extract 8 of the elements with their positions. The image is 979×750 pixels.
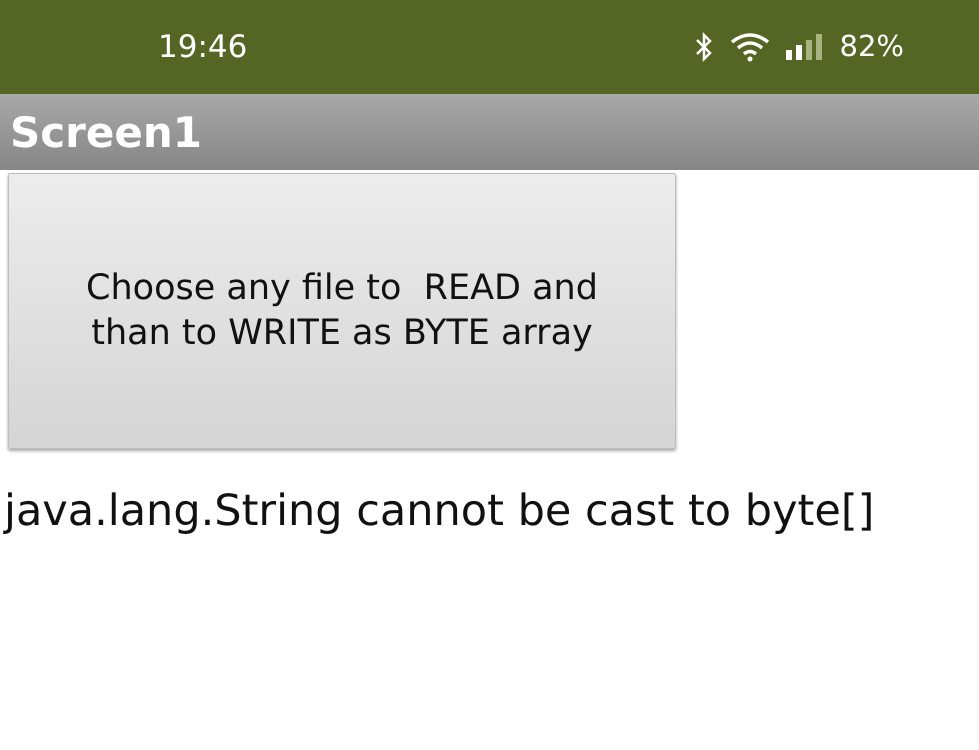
screen-title: Screen1 — [10, 106, 202, 158]
error-label: java.lang.String cannot be cast to byte[] — [4, 485, 876, 538]
battery-percent: 82% — [840, 28, 904, 66]
wifi-icon — [730, 32, 770, 62]
bluetooth-icon — [694, 32, 714, 62]
signal-icon — [786, 34, 824, 60]
status-time: 19:46 — [158, 28, 248, 67]
choose-file-button[interactable]: Choose any file to READ and than to WRITE as BYTE array — [8, 173, 676, 449]
